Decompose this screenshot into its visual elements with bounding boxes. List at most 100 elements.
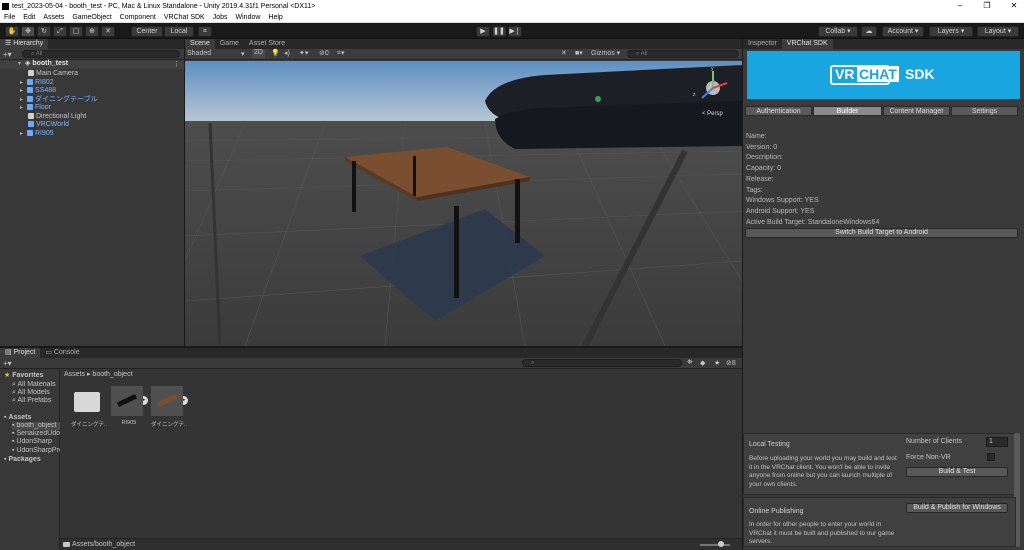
menu-7[interactable]: Window <box>236 14 261 21</box>
menu-2[interactable]: Assets <box>43 14 64 21</box>
move-tool-icon[interactable]: ✥ <box>21 26 35 37</box>
menu-3[interactable]: GameObject <box>72 14 111 21</box>
hierarchy-item[interactable]: VRCWorld <box>28 121 69 129</box>
force-non-vr-checkbox[interactable] <box>987 453 995 461</box>
menu-0[interactable]: File <box>4 14 15 21</box>
cloud-icon[interactable]: ☁ <box>861 26 877 37</box>
scene-search[interactable]: ⌕ All <box>627 50 739 58</box>
shading-arrow-icon[interactable]: ▾ <box>241 50 245 58</box>
project-tree-item[interactable]: ▪ UdonSharpProgramAssets <box>12 447 60 455</box>
tab-asset-store[interactable]: Asset Store <box>244 39 290 49</box>
grid-icon[interactable]: ⌗▾ <box>337 49 344 58</box>
space-toggle[interactable]: Local <box>164 26 194 37</box>
clients-input[interactable]: 1 <box>986 437 1008 447</box>
play-button[interactable]: ▶ <box>476 26 490 37</box>
account-dropdown[interactable]: Account ▾ <box>882 26 924 37</box>
hierarchy-item[interactable]: ▸ SS488 <box>20 87 56 95</box>
filter-type-icon[interactable]: ⛯ <box>687 359 693 367</box>
project-tree-item[interactable]: ▪ SerializedUdonPrograms <box>12 430 60 438</box>
tab-game[interactable]: Game <box>215 39 244 49</box>
sdk-tab-authentication[interactable]: Authentication <box>745 106 812 116</box>
audio-icon[interactable]: ◂) <box>284 49 290 57</box>
menu-6[interactable]: Jobs <box>213 14 228 21</box>
sdk-tab-content-manager[interactable]: Content Manager <box>883 106 950 116</box>
project-tree-item[interactable]: ▪ booth_object <box>12 422 60 430</box>
maximize-button[interactable]: ❐ <box>977 0 997 12</box>
lighting-icon[interactable]: 💡 <box>271 49 280 57</box>
switch-build-target-button[interactable]: Switch Build Target to Android <box>745 228 1018 238</box>
breadcrumb-booth-object[interactable]: booth_object <box>92 371 132 378</box>
expand-arrow-icon[interactable]: ▸ <box>20 130 27 138</box>
expand-arrow-icon[interactable]: ▸ <box>20 79 27 87</box>
menu-4[interactable]: Component <box>120 14 156 21</box>
pivot-toggle[interactable]: Center <box>131 26 163 37</box>
project-tree-item[interactable]: ▪ Packages <box>4 456 60 464</box>
tools-icon[interactable]: ✕ <box>561 49 567 57</box>
visibility-icon[interactable]: ⊘0 <box>319 49 329 57</box>
expand-arrow-icon[interactable]: ▾ <box>18 60 25 68</box>
build-and-publish-button[interactable]: Build & Publish for Windows <box>906 503 1008 513</box>
camera-icon[interactable]: ■▾ <box>575 49 583 57</box>
menu-1[interactable]: Edit <box>23 14 35 21</box>
favorite-icon[interactable]: ★ <box>714 359 720 367</box>
layout-dropdown[interactable]: Layout ▾ <box>977 26 1019 37</box>
hierarchy-item[interactable]: ▸ ダイニングテーブル <box>20 95 98 104</box>
tab-project[interactable]: ▤ Project <box>0 348 41 358</box>
hierarchy-item[interactable]: ▸ Floor <box>20 104 51 112</box>
project-tree-item[interactable]: ▪ Assets <box>4 414 60 422</box>
tab-vrchat-sdk[interactable]: VRChat SDK <box>781 39 833 49</box>
hierarchy-item[interactable]: ▸ RI905 <box>20 129 54 138</box>
asset-tile[interactable]: ▶ ダイニングテ... <box>151 386 188 430</box>
expand-arrow-icon[interactable]: ▸ <box>20 96 27 104</box>
tab-inspector[interactable]: Inspector <box>743 39 782 49</box>
project-tree-item[interactable]: ★ Favorites <box>4 372 60 380</box>
snap-icon[interactable]: ⌗ <box>198 26 212 37</box>
menu-5[interactable]: VRChat SDK <box>164 14 205 21</box>
rotate-tool-icon[interactable]: ↻ <box>37 26 51 37</box>
hierarchy-item[interactable]: Main Camera <box>28 70 78 78</box>
hierarchy-item[interactable]: Directional Light <box>28 112 86 121</box>
tab-hierarchy[interactable]: ☰ Hierarchy <box>0 39 49 49</box>
sdk-tab-builder[interactable]: Builder <box>813 106 882 116</box>
scene-viewport[interactable]: y z < Persp <box>185 61 742 346</box>
project-create-icon[interactable]: +▾ <box>3 359 12 368</box>
project-tree-item[interactable]: ⌕ All Models <box>12 389 60 397</box>
tab-console[interactable]: ▭ Console <box>40 348 84 358</box>
2d-toggle[interactable]: 2D <box>252 49 265 58</box>
zoom-slider[interactable] <box>700 544 730 546</box>
pause-button[interactable]: ❚❚ <box>492 26 506 37</box>
scene-row[interactable]: ▾ ◈ booth_test ⋮ <box>0 60 184 69</box>
filter-label-icon[interactable]: ◆ <box>700 359 705 367</box>
close-button[interactable]: ✕ <box>1004 0 1024 12</box>
menu-8[interactable]: Help <box>268 14 282 21</box>
effects-icon[interactable]: ✦▾ <box>299 49 308 57</box>
gizmos-dropdown[interactable]: Gizmos ▾ <box>591 49 620 57</box>
scene-menu-icon[interactable]: ⋮ <box>173 60 180 68</box>
hierarchy-item[interactable]: ▸ RI802 <box>20 78 54 87</box>
expand-arrow-icon[interactable]: ▸ <box>20 87 27 95</box>
asset-tile[interactable]: ▶ RI905 <box>111 386 148 430</box>
tab-scene[interactable]: Scene <box>185 39 215 49</box>
shading-dropdown[interactable]: Shaded <box>187 50 211 57</box>
breadcrumb-assets[interactable]: Assets <box>64 371 85 378</box>
transform-tool-icon[interactable]: ⊕ <box>85 26 99 37</box>
project-tree-item[interactable]: ⌕ All Prefabs <box>12 397 60 405</box>
scale-tool-icon[interactable]: ⤢ <box>53 26 67 37</box>
custom-tool-icon[interactable]: ✕ <box>101 26 115 37</box>
build-and-test-button[interactable]: Build & Test <box>906 467 1008 477</box>
hidden-packages-icon[interactable]: ⊘8 <box>726 359 736 367</box>
rect-tool-icon[interactable]: ▢ <box>69 26 83 37</box>
project-tree-item[interactable]: ⌕ All Materials <box>12 381 60 389</box>
project-tree-item[interactable]: ▪ UdonSharp <box>12 438 60 446</box>
hand-tool-icon[interactable]: ✋ <box>5 26 19 37</box>
minimize-button[interactable]: – <box>950 0 970 12</box>
expand-arrow-icon[interactable]: ▸ <box>20 104 27 112</box>
zoom-slider-thumb[interactable] <box>718 541 724 547</box>
persp-label[interactable]: < Persp <box>702 111 724 117</box>
layers-dropdown[interactable]: Layers ▾ <box>929 26 973 37</box>
project-search[interactable]: ⌕ <box>522 359 682 367</box>
collab-button[interactable]: Collab ▾ <box>818 26 858 37</box>
asset-tile[interactable]: ダイニングテ... <box>71 386 107 430</box>
create-icon[interactable]: +▾ <box>3 50 12 59</box>
hierarchy-search[interactable]: ⌕ All <box>22 50 180 58</box>
